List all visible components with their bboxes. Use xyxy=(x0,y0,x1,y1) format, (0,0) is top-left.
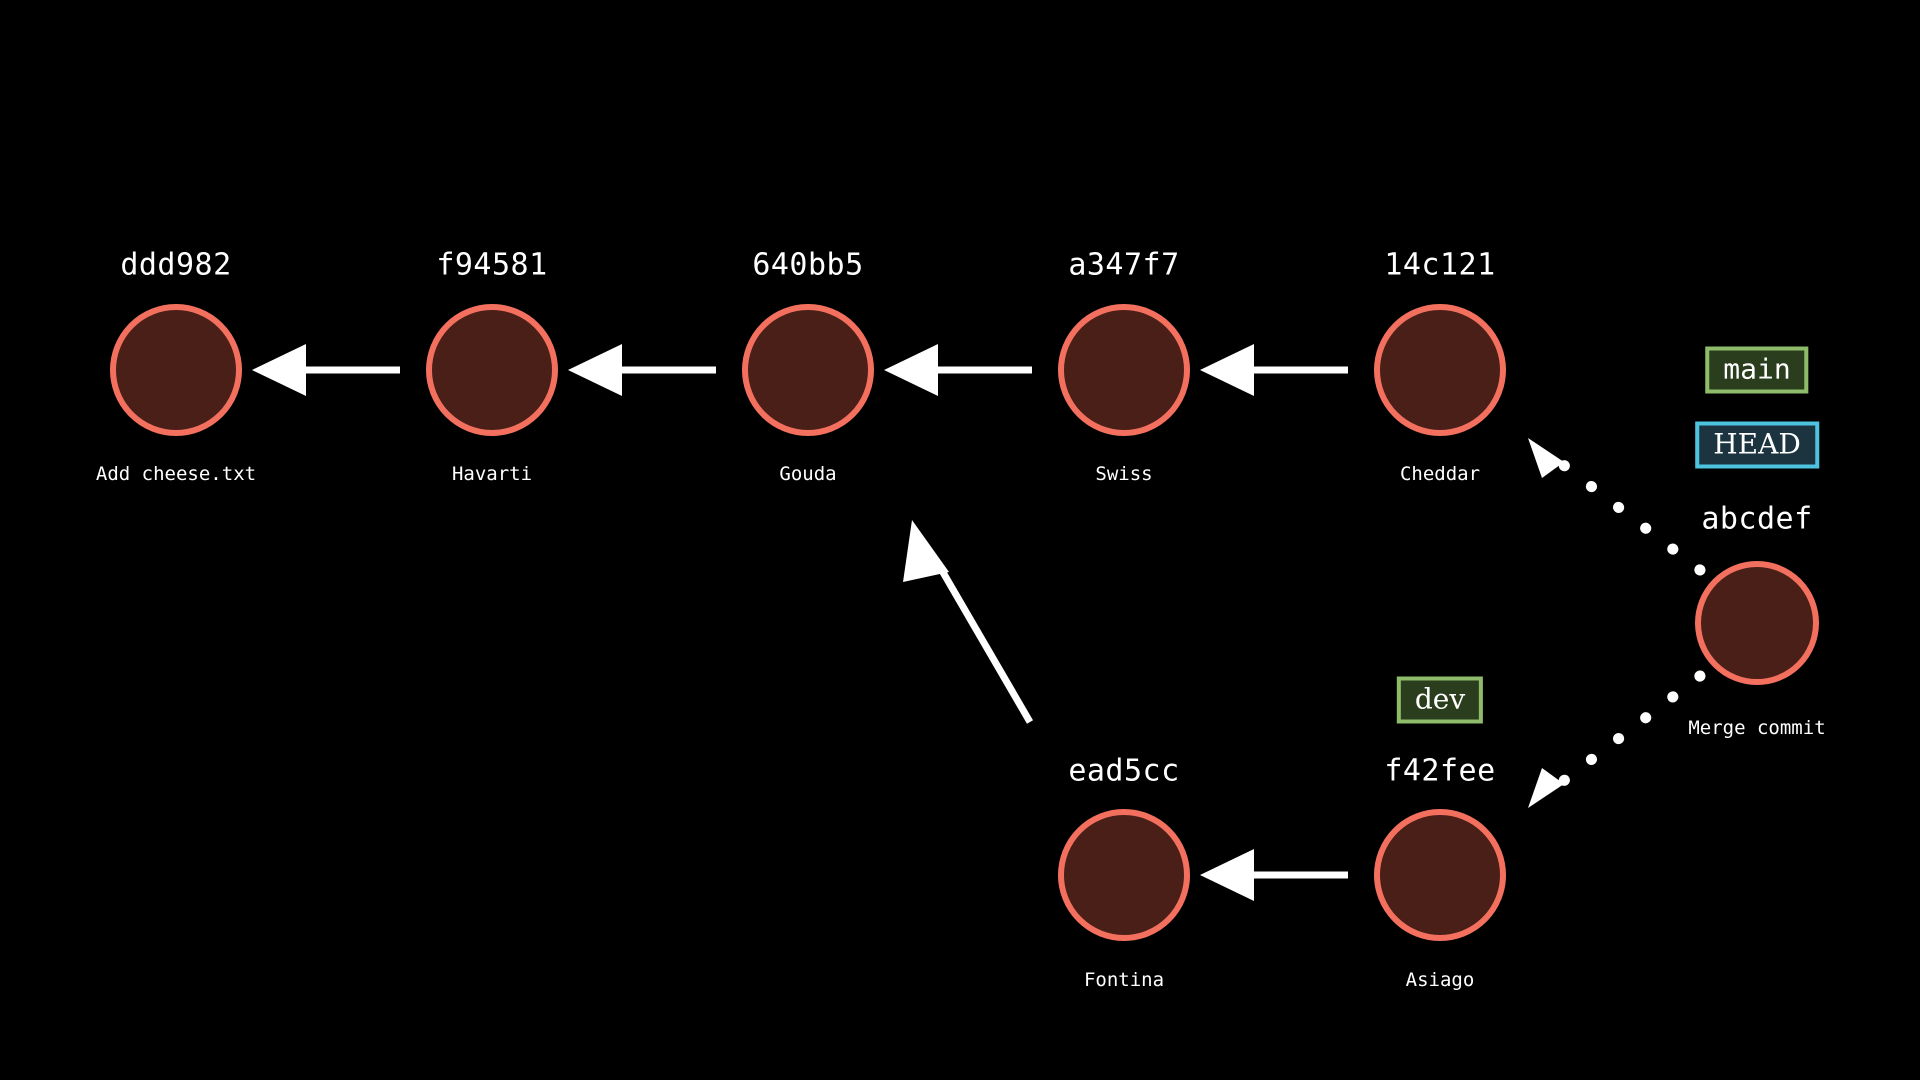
ref-badge-main[interactable]: main xyxy=(1705,346,1809,394)
edge-f42fee-to-640bb5 xyxy=(903,520,1034,724)
commit-hash-f42fee: f42fee xyxy=(1384,753,1496,789)
edge-f94581-to-ddd982 xyxy=(252,344,400,396)
commit-message-abcdef: Merge commit xyxy=(1688,717,1826,739)
commit-node-14c121[interactable] xyxy=(1374,304,1506,436)
commit-hash-abcdef: abcdef xyxy=(1701,501,1813,537)
commit-message-640bb5: Gouda xyxy=(779,463,837,485)
commit-message-ddd982: Add cheese.txt xyxy=(95,463,257,485)
commit-node-f94581[interactable] xyxy=(426,304,558,436)
commit-node-640bb5[interactable] xyxy=(742,304,874,436)
commit-hash-a347f7: a347f7 xyxy=(1068,247,1180,283)
edge-abcdef-to-f42fee xyxy=(1528,670,1706,808)
edge-640bb5-to-f94581 xyxy=(568,344,716,396)
commit-message-f94581: Havarti xyxy=(451,463,533,485)
commit-hash-ddd982: ddd982 xyxy=(120,247,232,283)
edge-14c121-to-a347f7 xyxy=(1200,344,1348,396)
edge-abcdef-to-14c121 xyxy=(1528,438,1706,576)
commit-message-f42fee: Asiago xyxy=(1405,969,1475,991)
commit-graph-canvas: ddd982 Add cheese.txt f94581 Havarti 640… xyxy=(0,0,1920,1080)
commit-message-14c121: Cheddar xyxy=(1399,463,1481,485)
commit-hash-f94581: f94581 xyxy=(436,247,548,283)
commit-node-a347f7[interactable] xyxy=(1058,304,1190,436)
ref-badge-dev[interactable]: dev xyxy=(1396,676,1484,724)
commit-graph-edges xyxy=(252,344,1706,901)
commit-hash-ead5cc: ead5cc xyxy=(1068,753,1180,789)
ref-badge-head[interactable]: HEAD xyxy=(1695,421,1819,469)
commit-message-a347f7: Swiss xyxy=(1095,463,1153,485)
edge-f42fee-to-ead5cc xyxy=(1200,849,1348,901)
commit-node-f42fee[interactable] xyxy=(1374,809,1506,941)
commit-message-ead5cc: Fontina xyxy=(1083,969,1165,991)
commit-hash-14c121: 14c121 xyxy=(1384,247,1496,283)
commit-node-abcdef[interactable] xyxy=(1695,561,1819,685)
commit-node-ead5cc[interactable] xyxy=(1058,809,1190,941)
edge-a347f7-to-640bb5 xyxy=(884,344,1032,396)
commit-hash-640bb5: 640bb5 xyxy=(752,247,864,283)
commit-node-ddd982[interactable] xyxy=(110,304,242,436)
